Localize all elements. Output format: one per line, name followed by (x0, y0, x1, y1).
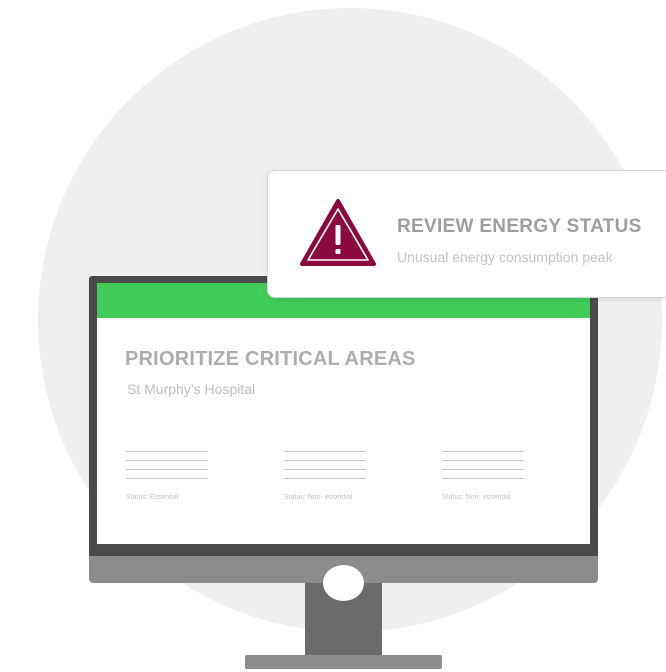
area-card[interactable]: Status: Essential (126, 451, 208, 501)
placeholder-line (126, 451, 208, 452)
placeholder-line (284, 460, 366, 461)
placeholder-line (442, 478, 524, 479)
placeholder-line (442, 460, 524, 461)
monitor-stand-neck (305, 565, 382, 655)
placeholder-line (126, 469, 208, 470)
area-status: Status: Non- essential (442, 494, 511, 501)
monitor-screen: PRIORITIZE CRITICAL AREAS St Murphy’s Ho… (97, 283, 590, 544)
screen-subtitle: St Murphy’s Hospital (127, 381, 256, 397)
energy-alert-notification[interactable]: REVIEW ENERGY STATUS Unusual energy cons… (267, 170, 666, 298)
alert-message: Unusual energy consumption peak (397, 249, 613, 265)
stand-cutout (323, 565, 364, 601)
placeholder-line (284, 451, 366, 452)
screen-title: PRIORITIZE CRITICAL AREAS (125, 348, 416, 370)
placeholder-line (442, 451, 524, 452)
placeholder-line (284, 478, 366, 479)
placeholder-line (442, 469, 524, 470)
alert-title: REVIEW ENERGY STATUS (397, 216, 642, 237)
area-status: Status: Essential (126, 494, 179, 501)
warning-icon (300, 199, 376, 266)
placeholder-line (126, 460, 208, 461)
placeholder-line (126, 478, 208, 479)
area-card[interactable]: Status: Non- essential (284, 451, 366, 501)
monitor-stand-base (245, 655, 442, 669)
area-card[interactable]: Status: Non- essential (442, 451, 524, 501)
area-status: Status: Non- essential (284, 494, 353, 501)
placeholder-line (284, 469, 366, 470)
